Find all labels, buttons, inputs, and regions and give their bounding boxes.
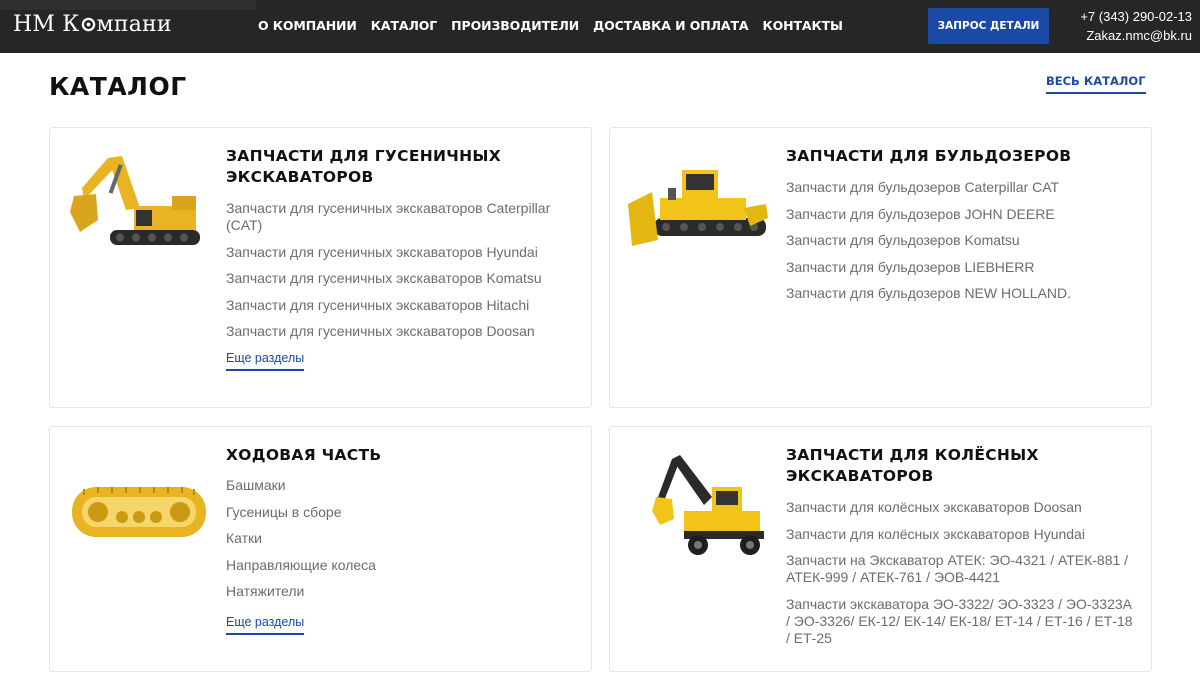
main-nav: О КОМПАНИИ КАТАЛОГ ПРОИЗВОДИТЕЛИ ДОСТАВК…: [258, 18, 843, 33]
card-link[interactable]: Запчасти для бульдозеров LIEBHERR: [786, 259, 1136, 276]
undercarriage-image[interactable]: [64, 447, 212, 557]
card-link[interactable]: Запчасти для гусеничных экскаваторов Kom…: [226, 270, 576, 287]
more-sections-link[interactable]: Еще разделы: [226, 351, 305, 371]
card-link[interactable]: Запчасти для колёсных экскаваторов Hyund…: [786, 526, 1136, 543]
card-link[interactable]: Запчасти для бульдозеров Komatsu: [786, 232, 1136, 249]
site-header: НМ К мпани О КОМПАНИИ КАТАЛОГ ПРОИЗВОДИТЕ…: [0, 0, 1200, 53]
card-title: ЗАПЧАСТИ ДЛЯ ГУСЕНИЧНЫХ ЭКСКАВАТОРОВ: [226, 147, 501, 186]
catalog-card-bulldozers: ЗАПЧАСТИ ДЛЯ БУЛЬДОЗЕРОВ Запчасти для бу…: [609, 127, 1152, 408]
card-link-list: Запчасти для бульдозеров Caterpillar CAT…: [786, 179, 1136, 312]
card-link-list: Башмаки Гусеницы в сборе Катки Направляю…: [226, 477, 576, 610]
email-link[interactable]: Zakaz.nmc@bk.ru: [1058, 26, 1192, 45]
more-sections-link[interactable]: Еще разделы: [226, 615, 305, 635]
nav-link-catalog[interactable]: КАТАЛОГ: [371, 18, 437, 33]
wheeled-excavator-image[interactable]: [624, 447, 772, 557]
card-link[interactable]: Запчасти для гусеничных экскаваторов Doo…: [226, 323, 576, 340]
nav-link-contacts[interactable]: КОНТАКТЫ: [762, 18, 843, 33]
card-link[interactable]: Запчасти для колёсных экскаваторов Doosa…: [786, 499, 1136, 516]
page-title: КАТАЛОГ: [49, 72, 187, 101]
tracked-excavator-image[interactable]: [64, 148, 212, 258]
header-banner-strip: [0, 0, 256, 10]
card-link[interactable]: Запчасти для гусеничных экскаваторов Cat…: [226, 200, 576, 234]
card-link[interactable]: Запчасти экскаватора ЭО-3322/ ЭО-3323 / …: [786, 596, 1136, 647]
catalog-card-tracked-excavators: ЗАПЧАСТИ ДЛЯ ГУСЕНИЧНЫХ ЭКСКАВАТОРОВ Зап…: [49, 127, 592, 408]
phone-link[interactable]: +7 (343) 290-02-13: [1058, 7, 1192, 26]
card-title: ЗАПЧАСТИ ДЛЯ БУЛЬДОЗЕРОВ: [786, 147, 1072, 165]
logo-gear-icon: [81, 17, 95, 32]
bulldozer-image[interactable]: [624, 148, 772, 258]
card-link[interactable]: Запчасти для бульдозеров NEW HOLLAND.: [786, 285, 1136, 302]
request-part-button[interactable]: ЗАПРОС ДЕТАЛИ: [928, 8, 1049, 44]
card-title: ХОДОВАЯ ЧАСТЬ: [226, 446, 382, 464]
site-logo[interactable]: НМ К мпани: [13, 12, 172, 37]
catalog-card-wheeled-excavators: ЗАПЧАСТИ ДЛЯ КОЛЁСНЫХ ЭКСКАВАТОРОВ Запча…: [609, 426, 1152, 672]
card-link[interactable]: Запчасти на Экскаватор АТЕК: ЭО-4321 / А…: [786, 552, 1136, 586]
catalog-card-undercarriage: ХОДОВАЯ ЧАСТЬ Башмаки Гусеницы в сборе К…: [49, 426, 592, 672]
logo-text-left: НМ К: [13, 12, 80, 37]
nav-link-delivery[interactable]: ДОСТАВКА И ОПЛАТА: [593, 18, 748, 33]
logo-text-right: мпани: [96, 12, 172, 37]
card-link-list: Запчасти для колёсных экскаваторов Doosa…: [786, 499, 1136, 656]
card-link[interactable]: Башмаки: [226, 477, 576, 494]
card-link[interactable]: Запчасти для гусеничных экскаваторов Hit…: [226, 297, 576, 314]
card-link[interactable]: Запчасти для бульдозеров Caterpillar CAT: [786, 179, 1136, 196]
nav-link-manufacturers[interactable]: ПРОИЗВОДИТЕЛИ: [451, 18, 579, 33]
nav-link-about[interactable]: О КОМПАНИИ: [258, 18, 357, 33]
all-catalog-link[interactable]: ВЕСЬ КАТАЛОГ: [1046, 74, 1146, 94]
card-link[interactable]: Запчасти для бульдозеров JOHN DEERE: [786, 206, 1136, 223]
card-link[interactable]: Гусеницы в сборе: [226, 504, 576, 521]
card-title: ЗАПЧАСТИ ДЛЯ КОЛЁСНЫХ ЭКСКАВАТОРОВ: [786, 446, 1039, 485]
header-contacts: +7 (343) 290-02-13 Zakaz.nmc@bk.ru: [1058, 7, 1192, 45]
card-link[interactable]: Запчасти для гусеничных экскаваторов Hyu…: [226, 244, 576, 261]
card-link-list: Запчасти для гусеничных экскаваторов Cat…: [226, 200, 576, 350]
card-link[interactable]: Катки: [226, 530, 576, 547]
card-link[interactable]: Натяжители: [226, 583, 576, 600]
card-link[interactable]: Направляющие колеса: [226, 557, 576, 574]
